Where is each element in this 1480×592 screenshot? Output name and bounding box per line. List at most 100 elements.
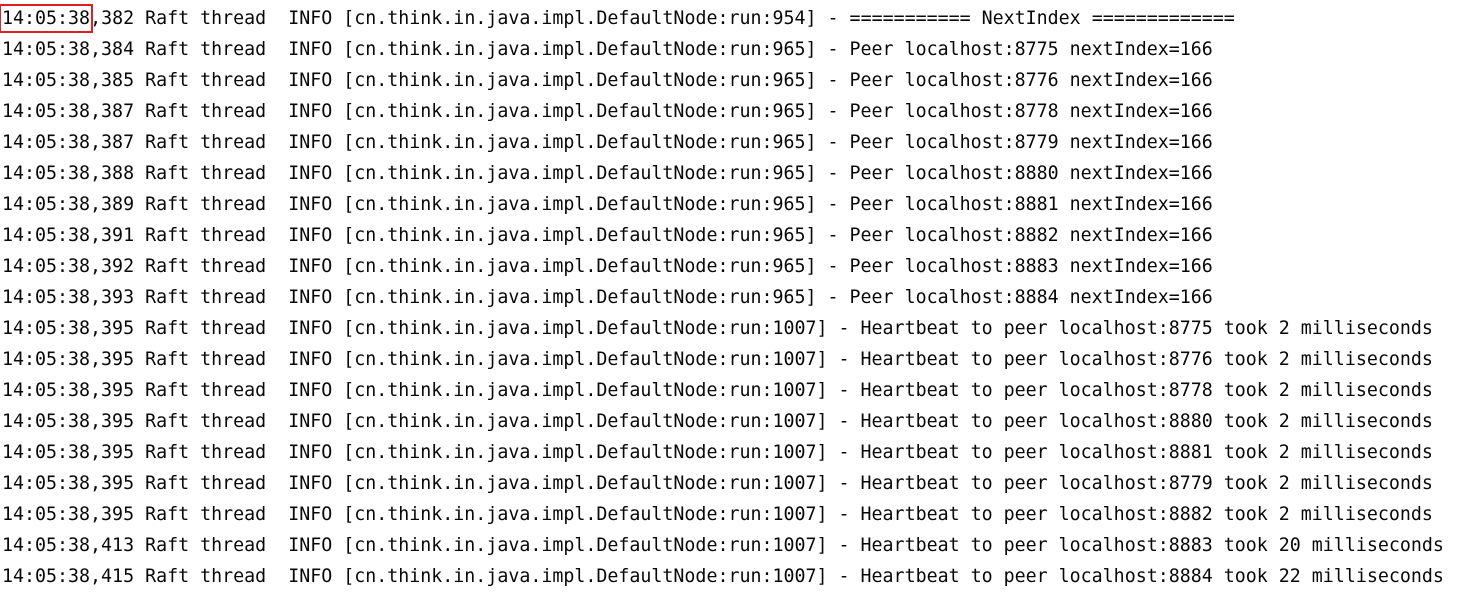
log-timestamp: 14:05:38,395 — [2, 349, 135, 370]
log-line: 14:05:38,388 Raft thread INFO [cn.think.… — [2, 158, 1478, 189]
log-level: INFO — [288, 566, 333, 587]
log-level: INFO — [288, 380, 333, 401]
log-message: - Heartbeat to peer localhost:8880 took … — [838, 411, 1433, 432]
log-source: [cn.think.in.java.impl.DefaultNode:run:9… — [343, 225, 817, 246]
log-line: 14:05:38,395 Raft thread INFO [cn.think.… — [2, 313, 1478, 344]
log-level: INFO — [288, 287, 333, 308]
log-source: [cn.think.in.java.impl.DefaultNode:run:9… — [343, 39, 817, 60]
log-timestamp: 14:05:38,392 — [2, 256, 135, 277]
log-source: [cn.think.in.java.impl.DefaultNode:run:9… — [343, 132, 817, 153]
log-source: [cn.think.in.java.impl.DefaultNode:run:1… — [343, 380, 828, 401]
log-message: - Heartbeat to peer localhost:8883 took … — [838, 535, 1444, 556]
log-level: INFO — [288, 163, 333, 184]
log-level: INFO — [288, 39, 333, 60]
log-level: INFO — [288, 70, 333, 91]
log-thread: Raft thread — [145, 349, 267, 370]
log-source: [cn.think.in.java.impl.DefaultNode:run:1… — [343, 504, 828, 525]
log-message: - Peer localhost:8776 nextIndex=166 — [827, 70, 1213, 91]
log-thread: Raft thread — [145, 504, 267, 525]
log-thread: Raft thread — [145, 163, 267, 184]
log-line: 14:05:38,395 Raft thread INFO [cn.think.… — [2, 406, 1478, 437]
log-thread: Raft thread — [145, 318, 267, 339]
log-line: 14:05:38,392 Raft thread INFO [cn.think.… — [2, 251, 1478, 282]
log-line: 14:05:38,395 Raft thread INFO [cn.think.… — [2, 437, 1478, 468]
log-timestamp: 14:05:38,395 — [2, 442, 135, 463]
log-source: [cn.think.in.java.impl.DefaultNode:run:1… — [343, 535, 828, 556]
log-message: - Heartbeat to peer localhost:8776 took … — [838, 349, 1433, 370]
log-source: [cn.think.in.java.impl.DefaultNode:run:9… — [343, 101, 817, 122]
log-message: - =========== NextIndex ============= — [827, 8, 1235, 29]
log-timestamp: 14:05:38,395 — [2, 473, 135, 494]
log-source: [cn.think.in.java.impl.DefaultNode:run:1… — [343, 411, 828, 432]
log-thread: Raft thread — [145, 70, 267, 91]
log-level: INFO — [288, 225, 333, 246]
timestamp-highlight-box: 14:05:38 — [0, 3, 94, 34]
log-source: [cn.think.in.java.impl.DefaultNode:run:1… — [343, 566, 828, 587]
log-message: - Peer localhost:8884 nextIndex=166 — [827, 287, 1213, 308]
log-level: INFO — [288, 132, 333, 153]
log-message: - Heartbeat to peer localhost:8775 took … — [838, 318, 1433, 339]
log-timestamp: 14:05:38,393 — [2, 287, 135, 308]
log-line: 14:05:38,385 Raft thread INFO [cn.think.… — [2, 65, 1478, 96]
log-level: INFO — [288, 101, 333, 122]
log-timestamp: 14:05:38,395 — [2, 504, 135, 525]
log-timestamp: 14:05:38,415 — [2, 566, 135, 587]
log-timestamp-millis: ,382 — [90, 8, 135, 29]
log-source: [cn.think.in.java.impl.DefaultNode:run:1… — [343, 349, 828, 370]
log-line: 14:05:38,391 Raft thread INFO [cn.think.… — [2, 220, 1478, 251]
log-thread: Raft thread — [145, 380, 267, 401]
log-timestamp: 14:05:38,388 — [2, 163, 135, 184]
log-level: INFO — [288, 473, 333, 494]
log-line: 14:05:38,387 Raft thread INFO [cn.think.… — [2, 127, 1478, 158]
log-line: 14:05:38,395 Raft thread INFO [cn.think.… — [2, 468, 1478, 499]
log-timestamp: 14:05:38,385 — [2, 70, 135, 91]
log-message: - Peer localhost:8883 nextIndex=166 — [827, 256, 1213, 277]
log-line: 14:05:38,415 Raft thread INFO [cn.think.… — [2, 561, 1478, 592]
log-message: - Heartbeat to peer localhost:8884 took … — [838, 566, 1444, 587]
log-thread: Raft thread — [145, 256, 267, 277]
log-line: 14:05:38,395 Raft thread INFO [cn.think.… — [2, 499, 1478, 530]
log-source: [cn.think.in.java.impl.DefaultNode:run:1… — [343, 442, 828, 463]
log-level: INFO — [288, 504, 333, 525]
log-source: [cn.think.in.java.impl.DefaultNode:run:1… — [343, 473, 828, 494]
log-line: 14:05:38,393 Raft thread INFO [cn.think.… — [2, 282, 1478, 313]
log-timestamp: 14:05:38,395 — [2, 380, 135, 401]
log-line: 14:05:38,395 Raft thread INFO [cn.think.… — [2, 375, 1478, 406]
log-message: - Peer localhost:8778 nextIndex=166 — [827, 101, 1213, 122]
log-message: - Peer localhost:8779 nextIndex=166 — [827, 132, 1213, 153]
log-thread: Raft thread — [145, 132, 267, 153]
log-thread: Raft thread — [145, 225, 267, 246]
log-message: - Heartbeat to peer localhost:8779 took … — [838, 473, 1433, 494]
log-line: 14:05:38,384 Raft thread INFO [cn.think.… — [2, 34, 1478, 65]
log-level: INFO — [288, 442, 333, 463]
log-timestamp: 14:05:38,389 — [2, 194, 135, 215]
log-level: INFO — [288, 194, 333, 215]
log-thread: Raft thread — [145, 8, 267, 29]
log-console: 14:05:38,382 Raft thread INFO [cn.think.… — [0, 3, 1478, 592]
log-thread: Raft thread — [145, 535, 267, 556]
log-source: [cn.think.in.java.impl.DefaultNode:run:9… — [343, 163, 817, 184]
log-line: 14:05:38,395 Raft thread INFO [cn.think.… — [2, 344, 1478, 375]
log-message: - Peer localhost:8775 nextIndex=166 — [827, 39, 1213, 60]
log-timestamp: 14:05:38,382 — [0, 4, 135, 33]
log-timestamp: 14:05:38,387 — [2, 132, 135, 153]
log-source: [cn.think.in.java.impl.DefaultNode:run:9… — [343, 70, 817, 91]
log-thread: Raft thread — [145, 566, 267, 587]
log-source: [cn.think.in.java.impl.DefaultNode:run:9… — [343, 287, 817, 308]
log-thread: Raft thread — [145, 411, 267, 432]
log-timestamp: 14:05:38,384 — [2, 39, 135, 60]
log-source: [cn.think.in.java.impl.DefaultNode:run:1… — [343, 318, 828, 339]
log-source: [cn.think.in.java.impl.DefaultNode:run:9… — [343, 256, 817, 277]
log-thread: Raft thread — [145, 39, 267, 60]
log-thread: Raft thread — [145, 101, 267, 122]
log-level: INFO — [288, 256, 333, 277]
log-line: 14:05:38,387 Raft thread INFO [cn.think.… — [2, 96, 1478, 127]
log-level: INFO — [288, 8, 333, 29]
log-line: 14:05:38,382 Raft thread INFO [cn.think.… — [0, 3, 1478, 34]
log-thread: Raft thread — [145, 442, 267, 463]
log-level: INFO — [288, 318, 333, 339]
log-timestamp: 14:05:38,395 — [2, 411, 135, 432]
log-thread: Raft thread — [145, 287, 267, 308]
log-message: - Peer localhost:8881 nextIndex=166 — [827, 194, 1213, 215]
log-source: [cn.think.in.java.impl.DefaultNode:run:9… — [343, 8, 817, 29]
